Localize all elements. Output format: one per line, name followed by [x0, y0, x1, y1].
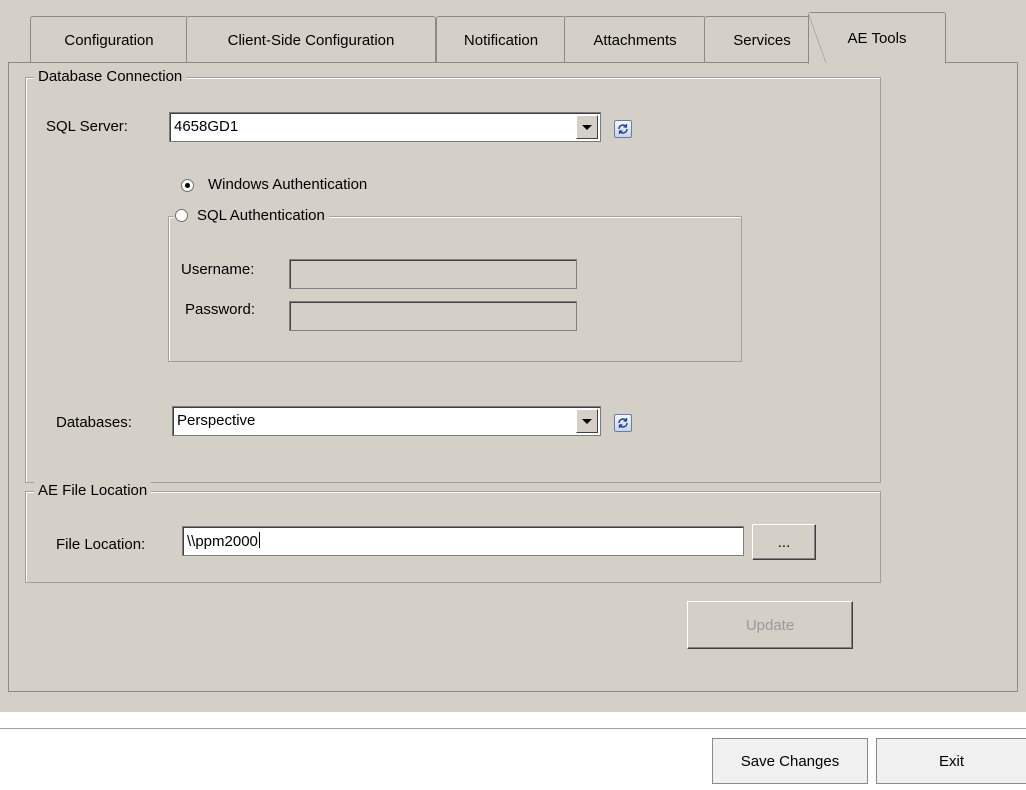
windows-auth-radio[interactable]	[181, 179, 194, 192]
chevron-down-icon[interactable]	[576, 115, 598, 139]
sql-auth-label: SQL Authentication	[197, 207, 325, 224]
username-field[interactable]	[289, 259, 577, 289]
file-location-label: File Location:	[56, 536, 146, 553]
footer-separator	[0, 728, 1026, 729]
save-changes-label: Save Changes	[740, 752, 840, 770]
tab-label: Notification	[463, 31, 539, 49]
tab-ae-tools[interactable]: AE Tools	[808, 12, 946, 64]
tab-attachments[interactable]: Attachments	[564, 16, 706, 63]
file-location-value: \\ppm2000	[187, 532, 260, 550]
file-location-input[interactable]: \\ppm2000	[182, 526, 744, 556]
tab-services[interactable]: Services	[704, 16, 820, 63]
ae-file-location-legend: AE File Location	[34, 482, 152, 500]
username-label: Username:	[181, 261, 255, 278]
browse-label: ...	[777, 533, 791, 551]
sql-server-value: 4658GD1	[174, 118, 239, 135]
sql-auth-legend: SQL Authentication	[173, 207, 329, 225]
sql-authentication-group: SQL Authentication Username: Password:	[168, 207, 742, 362]
tab-label: Attachments	[593, 31, 677, 49]
password-field[interactable]	[289, 301, 577, 331]
tab-label: Configuration	[64, 31, 154, 49]
radio-selected-dot	[185, 183, 190, 188]
sql-auth-radio[interactable]	[175, 209, 188, 222]
database-connection-group: Database Connection SQL Server: 4658GD1 …	[25, 68, 881, 483]
tab-label: AE Tools	[847, 29, 907, 47]
update-label: Update	[745, 616, 795, 634]
chevron-down-icon[interactable]	[576, 409, 598, 433]
refresh-icon[interactable]	[614, 414, 632, 432]
windows-auth-label: Windows Authentication	[208, 176, 368, 193]
refresh-icon[interactable]	[614, 120, 632, 138]
tab-label: Services	[733, 31, 791, 49]
tab-configuration[interactable]: Configuration	[30, 16, 188, 63]
ae-file-location-group: AE File Location File Location: \\ppm200…	[25, 482, 881, 583]
sql-server-select[interactable]: 4658GD1	[169, 112, 601, 142]
tab-label: Client-Side Configuration	[227, 31, 395, 49]
browse-button[interactable]: ...	[752, 524, 816, 560]
text-cursor	[258, 532, 260, 548]
save-changes-button[interactable]: Save Changes	[712, 738, 868, 784]
tab-client-side-configuration[interactable]: Client-Side Configuration	[186, 16, 436, 63]
databases-select[interactable]: Perspective	[172, 406, 601, 436]
databases-label: Databases:	[56, 414, 132, 431]
database-connection-legend: Database Connection	[34, 68, 187, 86]
tab-panel: Database Connection SQL Server: 4658GD1 …	[8, 62, 1018, 692]
tab-notification[interactable]: Notification	[436, 16, 566, 63]
password-label: Password:	[185, 301, 256, 318]
databases-value: Perspective	[177, 412, 256, 429]
sql-server-label: SQL Server:	[46, 118, 128, 135]
update-button[interactable]: Update	[687, 601, 853, 649]
exit-button[interactable]: Exit	[876, 738, 1026, 784]
exit-label: Exit	[938, 752, 964, 770]
